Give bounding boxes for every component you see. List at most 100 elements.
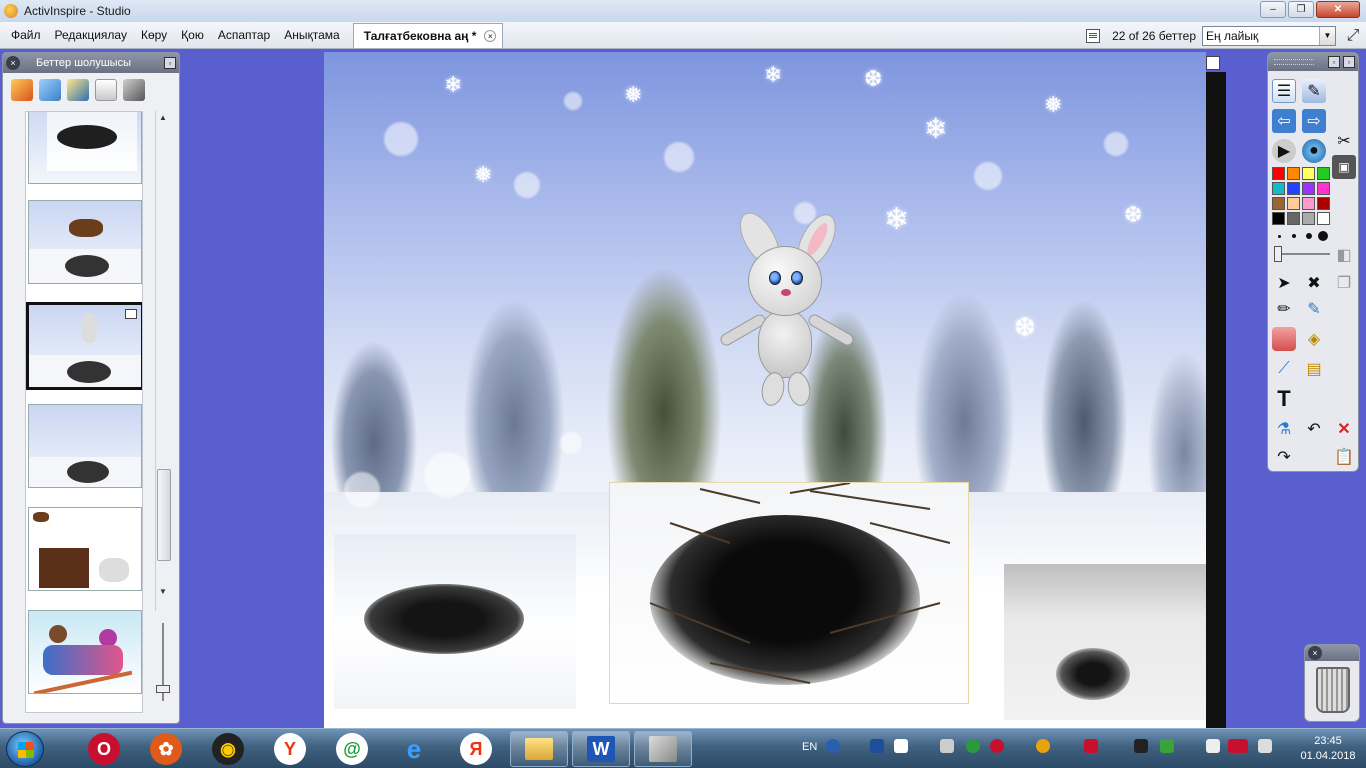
flag-tray-icon[interactable]	[1206, 739, 1220, 753]
toolbox-pin-icon[interactable]: ▫	[1343, 56, 1355, 68]
burrow-photo-center[interactable]	[609, 482, 969, 704]
color-swatch[interactable]	[1317, 167, 1330, 180]
taskbar-word[interactable]: W	[572, 731, 630, 767]
color-swatch[interactable]	[1317, 197, 1330, 210]
flipchart-page[interactable]: ❄ ❅ ❆ ❄ ❅ ❆ ❄ ❅ ❆ ❄	[324, 52, 1206, 728]
color-swatch[interactable]	[1317, 212, 1330, 225]
next-page-icon[interactable]: ⇨	[1302, 109, 1326, 133]
color-swatch[interactable]	[1287, 167, 1300, 180]
menu-insert[interactable]: Қою	[174, 22, 211, 48]
menu-view[interactable]: Көру	[134, 22, 174, 48]
color-swatch[interactable]	[1272, 167, 1285, 180]
antivirus-tray-icon[interactable]	[1036, 739, 1050, 753]
mail-tray-icon[interactable]	[966, 739, 980, 753]
play-icon[interactable]: ▶	[1272, 139, 1296, 163]
color-swatch[interactable]	[1317, 182, 1330, 195]
color-swatch[interactable]	[1272, 182, 1285, 195]
color-swatch[interactable]	[1272, 197, 1285, 210]
previous-page-icon[interactable]: ⇦	[1272, 109, 1296, 133]
menu-help[interactable]: Анықтама	[277, 22, 346, 48]
redo-icon[interactable]: ↷	[1272, 445, 1296, 469]
document-tab[interactable]: Талғатбековна аң * ×	[352, 23, 504, 48]
internet-explorer-icon[interactable]: e	[398, 733, 430, 765]
pen-width-slider[interactable]	[1274, 246, 1330, 262]
copy-icon[interactable]: ❐	[1332, 271, 1356, 295]
menu-file[interactable]: Файл	[4, 22, 48, 48]
notes-browser-icon[interactable]	[95, 79, 117, 101]
taskbar-file-explorer[interactable]	[510, 731, 568, 767]
pen-size-3[interactable]	[1306, 233, 1312, 239]
scrollbar-thumb[interactable]	[157, 469, 171, 561]
text-icon[interactable]: T	[1272, 386, 1296, 411]
color-swatch[interactable]	[1302, 182, 1315, 195]
object-browser-icon[interactable]	[67, 79, 89, 101]
clock[interactable]: 23:45 01.04.2018	[1296, 734, 1360, 764]
chevron-down-icon[interactable]: ▼	[1319, 26, 1335, 45]
shield-tray-icon[interactable]	[894, 739, 908, 753]
network-tray-icon[interactable]	[940, 739, 954, 753]
scissors-icon[interactable]: ✂	[1332, 129, 1356, 153]
property-browser-icon[interactable]	[123, 79, 145, 101]
thumbnail-zoom-slider[interactable]	[156, 623, 170, 703]
panel-pin-icon[interactable]: ▫	[164, 57, 176, 69]
pen-size-1[interactable]	[1278, 235, 1281, 238]
menu-edit[interactable]: Редакциялау	[48, 22, 134, 48]
color-swatch[interactable]	[1302, 212, 1315, 225]
connector-icon[interactable]: ⟋	[1272, 357, 1296, 381]
trash-can-icon[interactable]	[1316, 667, 1350, 713]
color-swatch[interactable]	[1302, 167, 1315, 180]
color-swatch[interactable]	[1287, 197, 1300, 210]
select-icon[interactable]: ➤	[1272, 271, 1296, 295]
bunny-character[interactable]	[718, 204, 860, 414]
page-menu-icon[interactable]	[1086, 28, 1101, 43]
color-swatch[interactable]	[1302, 197, 1315, 210]
color-swatch[interactable]	[1272, 212, 1285, 225]
toolbox-menu-icon[interactable]: ▫	[1328, 56, 1340, 68]
fullscreen-icon[interactable]: ⤢	[1342, 26, 1364, 46]
page-thumb-burrow[interactable]	[28, 112, 142, 184]
color-swatch[interactable]	[1287, 212, 1300, 225]
ati-tray-icon[interactable]	[1228, 739, 1248, 753]
pen-icon[interactable]: ✏	[1272, 297, 1296, 321]
page-menu-icon[interactable]	[1206, 56, 1220, 70]
x-tray-icon[interactable]	[1134, 739, 1148, 753]
minimize-button[interactable]: ‒	[1260, 1, 1286, 18]
trash-close-icon[interactable]: ×	[1308, 646, 1322, 660]
close-button[interactable]: ✕	[1316, 1, 1360, 18]
paste-icon[interactable]: 📋	[1332, 445, 1356, 469]
taskbar-activinspire[interactable]	[634, 731, 692, 767]
camera-icon[interactable]: ▤	[1302, 357, 1326, 381]
tools-icon[interactable]: ✖	[1302, 271, 1326, 295]
opera-tray-icon[interactable]	[990, 739, 1004, 753]
burrow-photo-right[interactable]	[1004, 564, 1206, 720]
resource-browser-icon[interactable]	[39, 79, 61, 101]
page-thumb-bear[interactable]	[28, 200, 142, 284]
menu-tools[interactable]: Аспаптар	[211, 22, 277, 48]
save-icon[interactable]: ▣	[1332, 155, 1356, 179]
video-player-icon[interactable]: ◉	[212, 733, 244, 765]
yandex-icon[interactable]: Я	[460, 733, 492, 765]
panel-close-icon[interactable]: ×	[6, 56, 20, 70]
flash-tray-icon[interactable]	[1084, 739, 1098, 753]
network-tray-icon-2[interactable]	[1160, 739, 1174, 753]
magic-ink-icon[interactable]: ⚗	[1272, 417, 1296, 441]
highlighter-icon[interactable]: ✎	[1302, 297, 1326, 321]
page-thumb-wolf[interactable]	[28, 404, 142, 488]
opera-icon[interactable]: O	[88, 733, 120, 765]
volume-tray-icon[interactable]	[1258, 739, 1272, 753]
pen-size-4[interactable]	[1318, 231, 1328, 241]
zoom-select[interactable]: Ең лайық ▼	[1202, 25, 1336, 46]
restore-button[interactable]: ❐	[1288, 1, 1314, 18]
page-thumb-bear-bunny[interactable]	[28, 507, 142, 591]
color-swatch[interactable]	[1287, 182, 1300, 195]
clear-icon[interactable]: ✕	[1332, 417, 1356, 441]
page-thumb-skiers[interactable]	[28, 610, 142, 694]
thumbnail-scrollbar[interactable]: ▲ ▼	[155, 111, 171, 611]
bluetooth-tray-icon[interactable]	[870, 739, 884, 753]
media-player-icon[interactable]: ✿	[150, 733, 182, 765]
undo-icon[interactable]: ↶	[1302, 417, 1326, 441]
yandex-browser-icon[interactable]: Y	[274, 733, 306, 765]
mail-agent-icon[interactable]: @	[336, 733, 368, 765]
language-indicator[interactable]: EN	[802, 741, 817, 753]
page-thumb-bunny-selected[interactable]	[26, 302, 142, 390]
